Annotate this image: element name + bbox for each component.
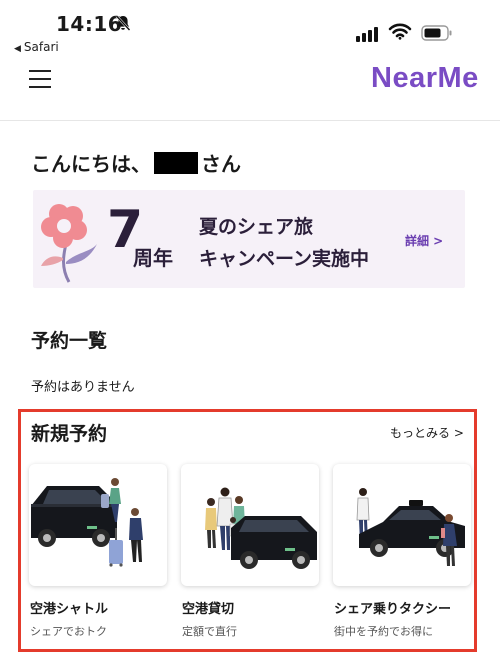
card-title: シェア乗りタクシー	[334, 602, 452, 617]
card-subtitle: シェアでおトク	[30, 625, 107, 638]
greeting-prefix: こんにちは、	[31, 152, 151, 176]
campaign-banner[interactable]: 7 周年 夏のシェア旅 キャンペーン実施中 詳細 >	[33, 190, 465, 288]
van-with-traveler-illustration-icon	[31, 478, 143, 567]
airport-shuttle-card[interactable]	[29, 464, 167, 586]
card-title: 空港貸切	[182, 602, 235, 617]
taxi-with-passengers-illustration-icon	[356, 488, 465, 566]
redacted-user-name	[154, 152, 198, 174]
greeting-text: こんにちは、 さん	[31, 148, 241, 177]
flower-illustration-icon	[41, 204, 97, 283]
battery-icon	[421, 25, 452, 41]
cellular-signal-icon	[356, 27, 378, 42]
see-more-link[interactable]: もっとみる >	[390, 424, 464, 441]
back-to-safari[interactable]: ◀ Safari	[14, 40, 59, 54]
nearme-logo: NearMe	[371, 62, 479, 94]
hamburger-menu-icon[interactable]	[29, 70, 51, 90]
app-header: NearMe	[0, 58, 500, 121]
back-app-label: Safari	[23, 40, 59, 54]
clock: 14:16	[56, 12, 123, 36]
no-reservations-text: 予約はありません	[31, 380, 135, 395]
banner-headline-2: キャンペーン実施中	[199, 248, 370, 270]
anniversary-unit: 周年	[133, 246, 173, 270]
banner-headline-1: 夏のシェア旅	[199, 216, 314, 238]
new-reservation-title: 新規予約	[31, 423, 108, 445]
back-triangle-icon: ◀	[14, 44, 21, 54]
status-bar: 14:16 ◀ Safari	[0, 0, 500, 58]
group-with-van-illustration-icon	[205, 487, 317, 569]
shared-taxi-card[interactable]	[333, 464, 471, 586]
reservations-title: 予約一覧	[31, 330, 108, 352]
banner-detail-link[interactable]: 詳細 >	[405, 232, 443, 249]
wifi-icon	[388, 23, 412, 40]
bell-muted-icon	[115, 15, 131, 31]
airport-charter-card[interactable]	[181, 464, 319, 586]
greeting-suffix: さん	[201, 152, 241, 176]
card-subtitle: 定額で直行	[182, 625, 237, 638]
card-title: 空港シャトル	[30, 602, 109, 617]
card-subtitle: 街中を予約でお得に	[334, 625, 433, 638]
